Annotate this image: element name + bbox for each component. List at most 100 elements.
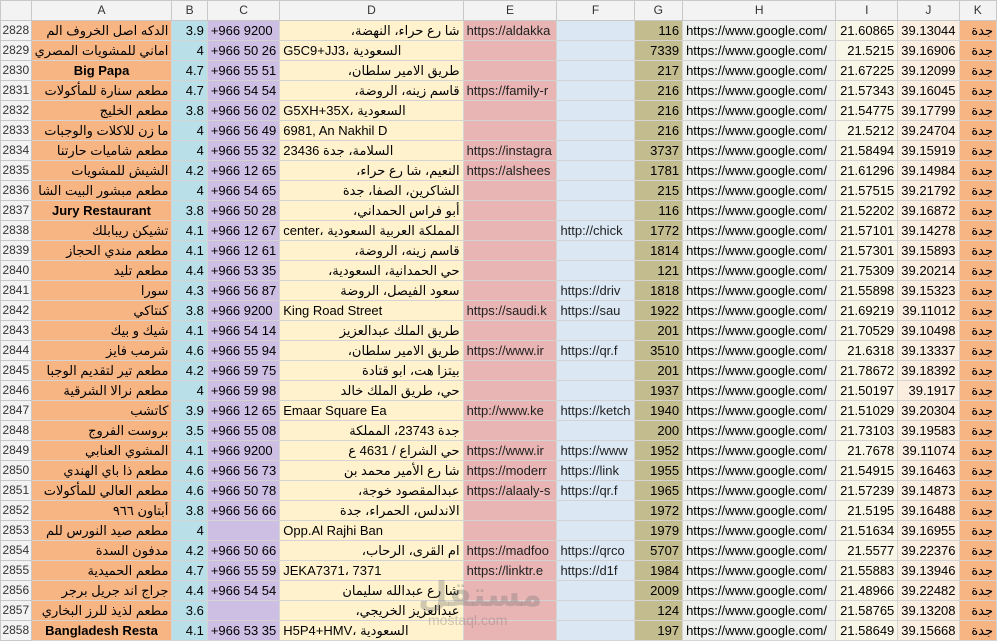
cell-f[interactable]: https://link	[556, 460, 635, 481]
cell-g[interactable]: 197	[633, 620, 684, 641]
cell-k[interactable]: جدة	[958, 80, 997, 101]
cell-h[interactable]: https://www.google.com/	[682, 240, 837, 261]
cell-a[interactable]: ما زن للاكلات والوجبات	[30, 120, 173, 141]
cell-c[interactable]: +966 50 78	[206, 480, 281, 501]
cell-a[interactable]: مطعم شاميات حارتنا	[30, 140, 173, 161]
cell-b[interactable]: 3.9	[171, 400, 208, 421]
cell-k[interactable]: جدة	[958, 380, 997, 401]
cell-k[interactable]: جدة	[958, 340, 997, 361]
cell-i[interactable]: 21.58649	[835, 620, 899, 641]
cell-a[interactable]: مطعم تليد	[30, 260, 173, 281]
cell-d[interactable]: الاندلس، الحمراء، جدة	[279, 500, 464, 521]
cell-a[interactable]: شيك و بيك	[30, 320, 173, 341]
cell-f[interactable]: https://sau	[556, 300, 635, 321]
cell-g[interactable]: 116	[633, 200, 684, 221]
cell-f[interactable]	[556, 120, 635, 141]
cell-h[interactable]: https://www.google.com/	[682, 580, 837, 601]
cell-g[interactable]: 1984	[633, 560, 684, 581]
cell-j[interactable]: 39.11012	[897, 300, 960, 321]
cell-d[interactable]: طريق الملك عبدالعزيز	[279, 320, 464, 341]
cell-d[interactable]: Opp.Al Rajhi Ban	[279, 520, 464, 541]
cell-g[interactable]: 1818	[633, 280, 684, 301]
cell-k[interactable]: جدة	[958, 620, 997, 641]
cell-e[interactable]: https://saudi.k	[462, 300, 558, 321]
row-header[interactable]: 2828	[0, 20, 32, 41]
cell-j[interactable]: 39.15893	[897, 240, 960, 261]
cell-b[interactable]: 4	[171, 140, 208, 161]
cell-d[interactable]: G5XH+35X، السعودية	[279, 100, 464, 121]
cell-e[interactable]	[462, 60, 558, 81]
cell-d[interactable]: حي، طريق الملك خالد	[279, 380, 464, 401]
cell-a[interactable]: مطعم تير لتقديم الوجبا	[30, 360, 173, 381]
cell-g[interactable]: 1772	[633, 220, 684, 241]
cell-c[interactable]: +966 55 94	[206, 340, 281, 361]
row-header[interactable]: 2846	[0, 380, 32, 401]
cell-f[interactable]	[556, 600, 635, 621]
cell-k[interactable]: جدة	[958, 580, 997, 601]
cell-g[interactable]: 124	[633, 600, 684, 621]
cell-f[interactable]	[556, 40, 635, 61]
cell-f[interactable]	[556, 420, 635, 441]
row-header[interactable]: 2856	[0, 580, 32, 601]
row-header[interactable]: 2837	[0, 200, 32, 221]
cell-i[interactable]: 21.57515	[835, 180, 899, 201]
cell-k[interactable]: جدة	[958, 140, 997, 161]
cell-j[interactable]: 39.13946	[897, 560, 960, 581]
cell-e[interactable]	[462, 100, 558, 121]
cell-g[interactable]: 200	[633, 420, 684, 441]
cell-h[interactable]: https://www.google.com/	[682, 260, 837, 281]
cell-i[interactable]: 21.51634	[835, 520, 899, 541]
cell-d[interactable]: طريق الامير سلطان،	[279, 340, 464, 361]
cell-d[interactable]: حي الشراع / 4631 ع	[279, 440, 464, 461]
cell-b[interactable]: 4	[171, 180, 208, 201]
cell-b[interactable]: 3.5	[171, 420, 208, 441]
cell-h[interactable]: https://www.google.com/	[682, 600, 837, 621]
cell-j[interactable]: 39.21792	[897, 180, 960, 201]
cell-k[interactable]: جدة	[958, 100, 997, 121]
cell-g[interactable]: 1781	[633, 160, 684, 181]
cell-a[interactable]: اماني للمشويات المصري	[30, 40, 173, 61]
cell-h[interactable]: https://www.google.com/	[682, 620, 837, 641]
cell-j[interactable]: 39.22482	[897, 580, 960, 601]
cell-i[interactable]: 21.73103	[835, 420, 899, 441]
cell-g[interactable]: 1979	[633, 520, 684, 541]
cell-i[interactable]: 21.57343	[835, 80, 899, 101]
cell-b[interactable]: 4.6	[171, 460, 208, 481]
column-header[interactable]: A	[30, 0, 173, 21]
cell-j[interactable]: 39.16906	[897, 40, 960, 61]
cell-d[interactable]: عبدالعزيز الخريجي،	[279, 600, 464, 621]
cell-i[interactable]: 21.5195	[835, 500, 899, 521]
cell-i[interactable]: 21.5215	[835, 40, 899, 61]
cell-a[interactable]: كنتاكي	[30, 300, 173, 321]
cell-k[interactable]: جدة	[958, 180, 997, 201]
cell-c[interactable]: +966 56 02	[206, 100, 281, 121]
cell-f[interactable]	[556, 160, 635, 181]
cell-g[interactable]: 201	[633, 360, 684, 381]
cell-b[interactable]: 3.8	[171, 500, 208, 521]
cell-a[interactable]: مطعم الخليج	[30, 100, 173, 121]
cell-e[interactable]	[462, 280, 558, 301]
cell-g[interactable]: 1955	[633, 460, 684, 481]
cell-k[interactable]: جدة	[958, 20, 997, 41]
cell-a[interactable]: مدفون السدة	[30, 540, 173, 561]
row-header[interactable]: 2853	[0, 520, 32, 541]
cell-e[interactable]: https://instagra	[462, 140, 558, 161]
cell-c[interactable]: +966 12 67	[206, 220, 281, 241]
cell-j[interactable]: 39.16045	[897, 80, 960, 101]
cell-h[interactable]: https://www.google.com/	[682, 140, 837, 161]
cell-f[interactable]	[556, 180, 635, 201]
cell-j[interactable]: 39.14873	[897, 480, 960, 501]
cell-d[interactable]: طريق الامير سلطان،	[279, 60, 464, 81]
cell-i[interactable]: 21.51029	[835, 400, 899, 421]
cell-b[interactable]: 4.7	[171, 60, 208, 81]
row-header[interactable]: 2852	[0, 500, 32, 521]
select-all-corner[interactable]	[0, 0, 32, 21]
cell-j[interactable]: 39.14984	[897, 160, 960, 181]
row-header[interactable]: 2838	[0, 220, 32, 241]
cell-g[interactable]: 2009	[633, 580, 684, 601]
column-header[interactable]: E	[462, 0, 558, 21]
cell-f[interactable]	[556, 260, 635, 281]
cell-k[interactable]: جدة	[958, 500, 997, 521]
row-header[interactable]: 2857	[0, 600, 32, 621]
cell-a[interactable]: مطعم الحميدية	[30, 560, 173, 581]
